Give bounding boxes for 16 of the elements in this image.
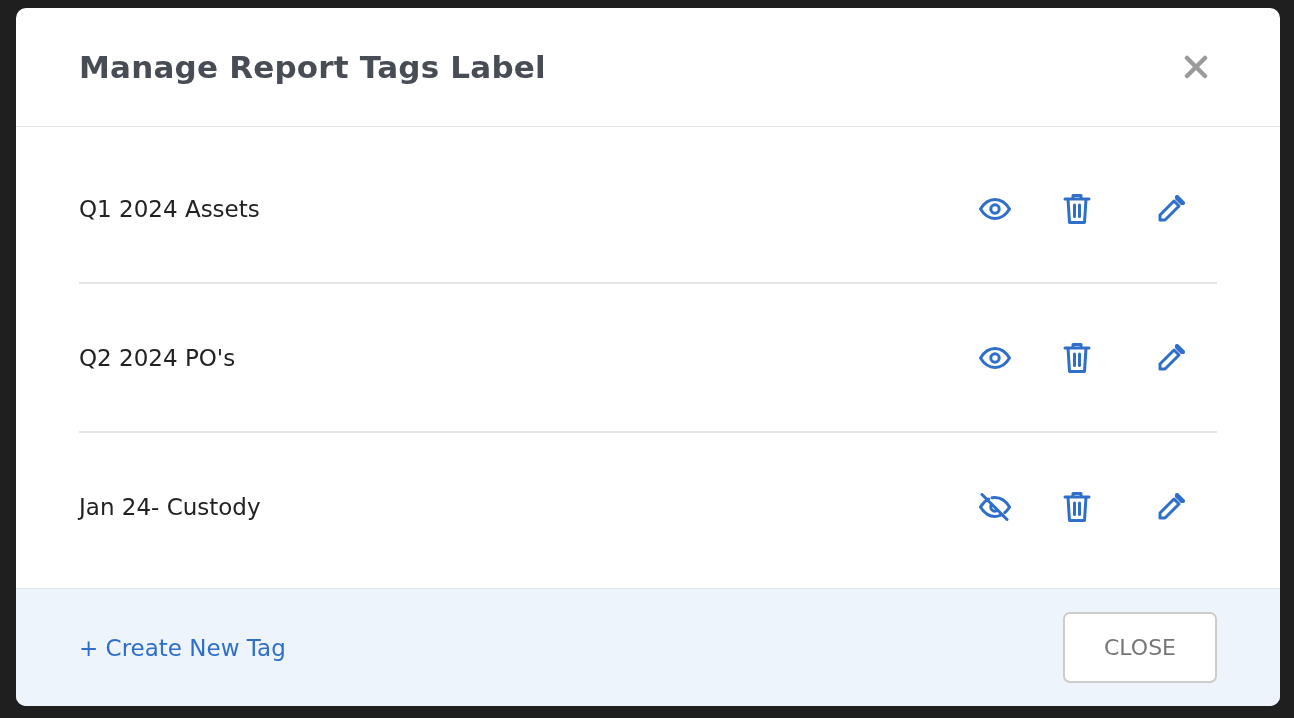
pencil-icon[interactable] [1157, 194, 1185, 223]
eye-icon[interactable] [979, 346, 1011, 369]
eye-slash-icon[interactable] [979, 492, 1011, 521]
pencil-icon[interactable] [1157, 492, 1185, 521]
tag-name: Q2 2024 PO's [79, 344, 236, 371]
tag-name: Jan 24- Custody [79, 493, 261, 520]
close-icon[interactable] [1184, 55, 1208, 79]
trash-icon[interactable] [1063, 490, 1091, 523]
tag-name: Q1 2024 Assets [79, 195, 260, 222]
dialog-title: Manage Report Tags Label [79, 49, 546, 85]
eye-icon[interactable] [979, 197, 1011, 220]
trash-icon[interactable] [1063, 192, 1091, 225]
create-tag-link[interactable]: + Create New Tag [79, 634, 286, 661]
close-button[interactable]: CLOSE [1063, 612, 1217, 683]
trash-icon[interactable] [1063, 341, 1091, 374]
pencil-icon[interactable] [1157, 343, 1185, 372]
